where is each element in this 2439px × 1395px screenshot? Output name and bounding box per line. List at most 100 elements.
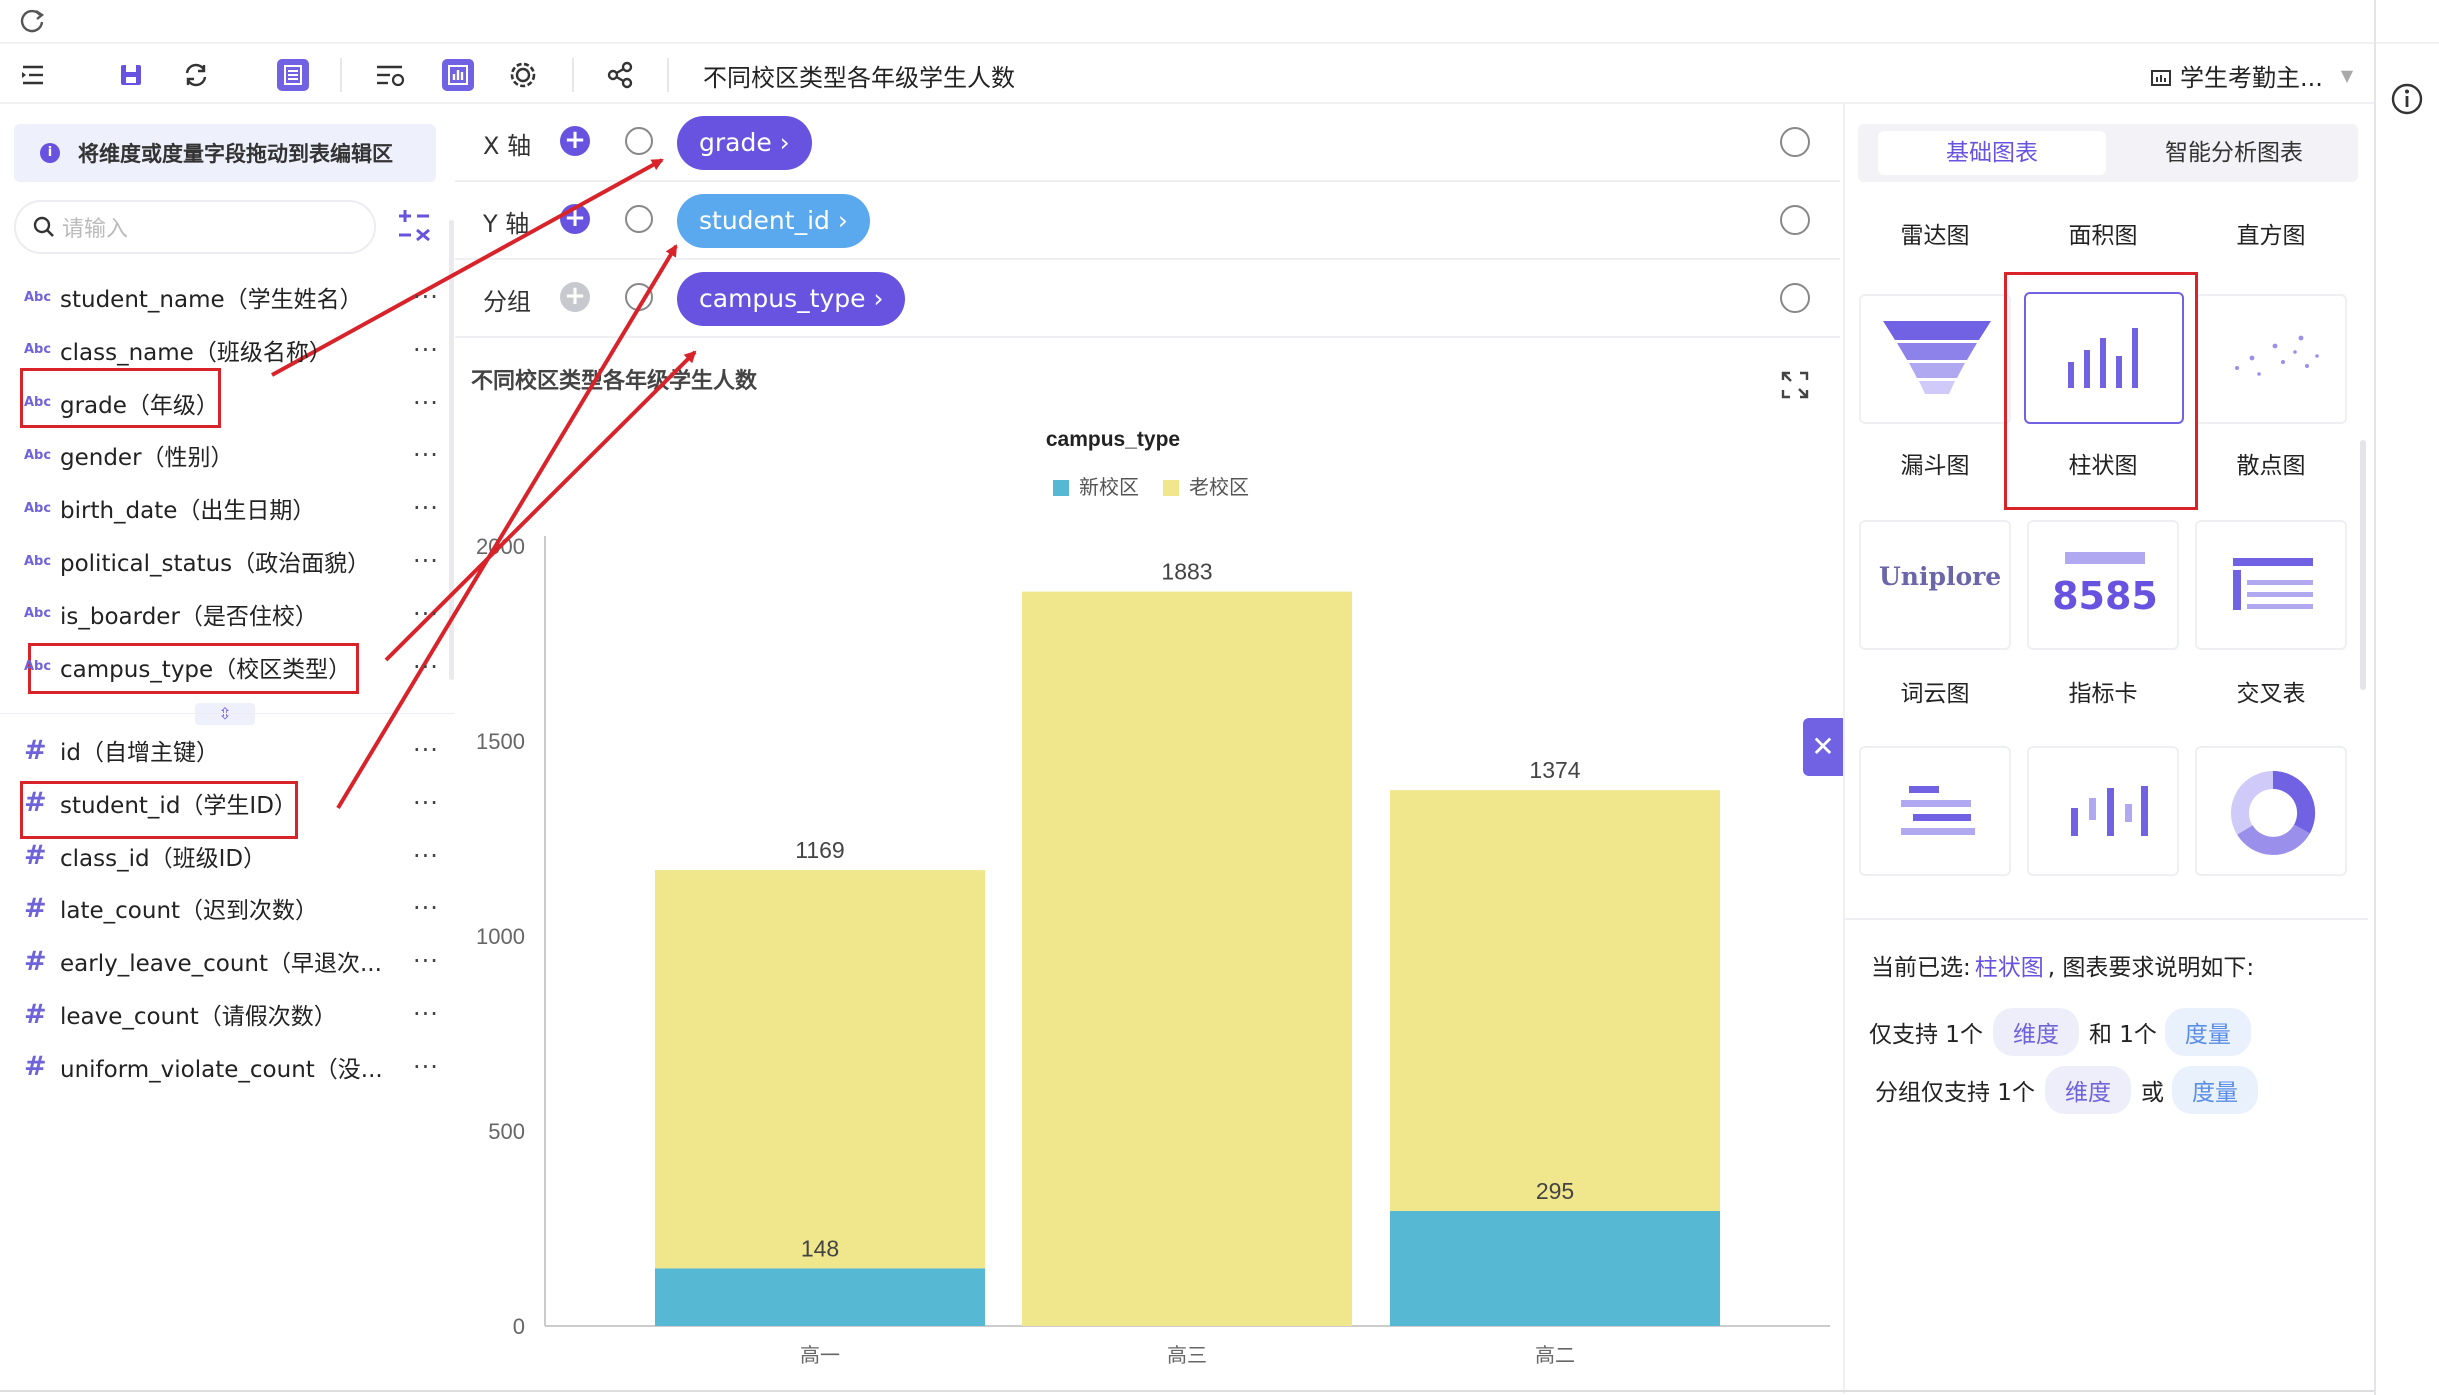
chart-option-area[interactable]: 面积图 (2027, 216, 2179, 250)
save-icon[interactable] (110, 54, 152, 96)
share-icon[interactable] (599, 54, 641, 96)
chart-option-wordcloud[interactable]: 词云图 (1859, 674, 2011, 708)
field-item[interactable]: # id（自增主键） ··· (24, 725, 444, 775)
more-options-icon[interactable]: ··· (408, 336, 444, 364)
more-options-icon[interactable]: ··· (408, 547, 444, 575)
more-options-icon[interactable]: ··· (408, 653, 444, 681)
dimension-type-icon: Abc (24, 395, 52, 411)
add-group-field-button[interactable]: + (560, 282, 590, 312)
field-item[interactable]: Abc birth_date（出生日期） ··· (24, 483, 444, 533)
field-item[interactable]: Abc grade（年级） ··· (24, 378, 444, 428)
dataset-selector[interactable]: 学生考勤主... ▼ (2150, 58, 2353, 93)
field-item[interactable]: # early_leave_count（早退次... ··· (24, 936, 444, 986)
more-options-icon[interactable]: ··· (408, 283, 444, 311)
field-item[interactable]: # uniform_violate_count（没... ··· (24, 1042, 444, 1092)
drag-hint: i 将维度或度量字段拖动到表编辑区 (14, 124, 436, 182)
right-panel-scrollbar[interactable] (2360, 440, 2366, 690)
chart-option-scatter[interactable]: 散点图 (2195, 446, 2347, 480)
toolbar-divider (572, 58, 574, 92)
tab-basic-charts[interactable]: 基础图表 (1878, 131, 2106, 175)
measure-type-icon: # (24, 787, 47, 819)
waterfall-tile[interactable] (2027, 746, 2179, 876)
outline-icon[interactable] (12, 54, 54, 96)
chart-option-radar[interactable]: 雷达图 (1859, 216, 2011, 250)
field-item[interactable]: # late_count（迟到次数） ··· (24, 883, 444, 933)
more-options-icon[interactable]: ··· (408, 842, 444, 870)
reload-icon[interactable] (18, 6, 48, 36)
info-icon[interactable] (2390, 82, 2424, 116)
chart-option-funnel[interactable]: 漏斗图 (1859, 446, 2011, 480)
more-options-icon[interactable]: ··· (408, 789, 444, 817)
x-axis-field-pill[interactable]: grade › (677, 116, 812, 170)
field-label: is_boarder（是否住校） (60, 603, 318, 630)
measure-type-icon: # (24, 734, 47, 766)
collapse-left-icon[interactable] (625, 127, 653, 155)
chart-option-crosstab[interactable]: 交叉表 (2195, 674, 2347, 708)
stacked-bar-chart: campus_type 新校区 老校区 0 500 1000 1500 2000 高一 高三 高二 1… (476, 428, 1830, 1367)
more-options-icon[interactable]: ··· (408, 1053, 444, 1081)
expand-right-icon[interactable] (1780, 283, 1810, 313)
scatter-icon (2235, 335, 2319, 376)
chart-title-input[interactable]: 不同校区类型各年级学生人数 (703, 58, 1015, 93)
more-options-icon[interactable]: ··· (408, 947, 444, 975)
donut-chart-tile[interactable] (2195, 746, 2347, 876)
filter-settings-icon[interactable] (369, 54, 411, 96)
close-panel-button[interactable]: ✕ (1803, 718, 1843, 776)
field-item[interactable]: # student_id（学生ID） ··· (24, 778, 444, 828)
y-axis-field-pill[interactable]: student_id › (677, 194, 870, 248)
measure-type-icon: # (24, 998, 47, 1030)
scatter-chart-tile[interactable] (2195, 294, 2347, 424)
kpi-card-tile[interactable]: 8585 (2027, 520, 2179, 650)
fullscreen-icon[interactable] (1780, 370, 1810, 400)
more-options-icon[interactable]: ··· (408, 736, 444, 764)
field-label: campus_type（校区类型） (60, 656, 352, 683)
tab-smart-charts[interactable]: 智能分析图表 (2120, 131, 2348, 175)
field-item[interactable]: Abc political_status（政治面貌） ··· (24, 536, 444, 586)
field-label: early_leave_count（早退次... (60, 951, 382, 978)
chart-option-kpi[interactable]: 指标卡 (2027, 674, 2179, 708)
more-options-icon[interactable]: ··· (408, 1000, 444, 1028)
wordcloud-chart-tile[interactable]: Uniplore (1859, 520, 2011, 650)
field-item[interactable]: Abc class_name（班级名称） ··· (24, 325, 444, 375)
more-options-icon[interactable]: ··· (408, 494, 444, 522)
data-view-icon[interactable] (272, 54, 314, 96)
search-input[interactable]: 请输入 (14, 200, 376, 254)
legend-label: 新校区 (1079, 476, 1139, 499)
field-item[interactable]: Abc campus_type（校区类型） ··· (24, 642, 444, 692)
field-calc-icon[interactable] (396, 208, 432, 244)
left-scrollbar[interactable] (449, 220, 454, 680)
chart-view-icon[interactable] (437, 54, 479, 96)
measure-type-icon: # (24, 945, 47, 977)
collapse-left-icon[interactable] (625, 205, 653, 233)
dimension-type-icon: Abc (24, 606, 52, 622)
field-item[interactable]: Abc is_boarder（是否住校） ··· (24, 589, 444, 639)
more-options-icon[interactable]: ··· (408, 441, 444, 469)
more-options-icon[interactable]: ··· (408, 389, 444, 417)
chart-type-tabs: 基础图表 智能分析图表 (1858, 124, 2358, 182)
toolbar-divider (340, 58, 342, 92)
y-tick-label: 2000 (476, 534, 525, 559)
add-x-field-button[interactable]: + (560, 126, 590, 156)
crosstab-chart-tile[interactable] (2195, 520, 2347, 650)
chart-option-histogram[interactable]: 直方图 (2195, 216, 2347, 250)
horizontal-bar-tile[interactable] (1859, 746, 2011, 876)
field-item[interactable]: # leave_count（请假次数） ··· (24, 989, 444, 1039)
more-options-icon[interactable]: ··· (408, 894, 444, 922)
add-y-field-button[interactable]: + (560, 204, 590, 234)
field-item[interactable]: Abc gender（性别） ··· (24, 430, 444, 480)
panel-resize-handle[interactable]: ⇳ (195, 703, 255, 725)
expand-right-icon[interactable] (1780, 205, 1810, 235)
more-options-icon[interactable]: ··· (408, 600, 444, 628)
gear-icon[interactable] (502, 54, 544, 96)
field-item[interactable]: # class_id（班级ID） ··· (24, 831, 444, 881)
funnel-chart-tile[interactable] (1859, 294, 2011, 424)
group-field-pill[interactable]: campus_type › (677, 272, 906, 326)
field-item[interactable]: Abc student_name（学生姓名） ··· (24, 272, 444, 322)
collapse-left-icon[interactable] (625, 283, 653, 311)
y-tick-label: 0 (513, 1314, 525, 1339)
measure-tag: 度量 (2171, 1066, 2258, 1114)
search-icon (32, 215, 56, 239)
chevron-down-icon: ▼ (2340, 66, 2354, 85)
refresh-icon[interactable] (175, 54, 217, 96)
expand-right-icon[interactable] (1780, 127, 1810, 157)
